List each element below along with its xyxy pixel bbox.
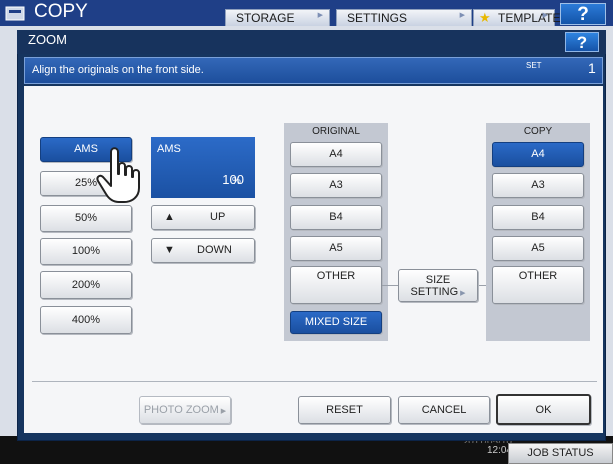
copy-a5-button[interactable]: A5	[492, 236, 584, 261]
triangle-up-icon: ▲	[164, 211, 175, 223]
photo-zoom-label: PHOTO ZOOM	[143, 404, 219, 416]
set-number: 1	[588, 60, 596, 76]
reset-button[interactable]: RESET	[298, 396, 391, 424]
copy-header: COPY	[523, 126, 553, 137]
arrow-right-icon: ▶	[458, 290, 466, 297]
message-text: Align the originals on the front side.	[32, 64, 204, 76]
divider	[32, 381, 597, 382]
zoom-50-button[interactable]: 50%	[40, 205, 132, 232]
dialog-help-button[interactable]: ?	[565, 32, 599, 52]
dialog-title-bar	[17, 30, 606, 54]
original-other-button[interactable]: OTHER	[290, 266, 382, 304]
tab-arrow-icon: ▶	[317, 12, 323, 19]
zoom-100-button[interactable]: 100%	[40, 238, 132, 265]
app-title: COPY	[34, 1, 88, 22]
cancel-button[interactable]: CANCEL	[398, 396, 490, 424]
zoom-400-button[interactable]: 400%	[40, 306, 132, 334]
original-a5-button[interactable]: A5	[290, 236, 382, 261]
zoom-mode-label: AMS	[157, 143, 181, 155]
tab-template-label: TEMPLATE	[498, 11, 561, 25]
tab-template[interactable]: ★ TEMPLATE ▶	[473, 9, 560, 26]
dialog-title: ZOOM	[28, 32, 67, 47]
copy-other-button[interactable]: OTHER	[492, 266, 584, 304]
set-label: SET	[526, 61, 542, 70]
zoom-down-button[interactable]: ▼ DOWN	[151, 238, 255, 263]
tab-arrow-icon: ▶	[542, 12, 548, 19]
tab-settings[interactable]: SETTINGS ▶	[336, 9, 472, 26]
original-header: ORIGINAL	[312, 126, 360, 137]
tab-settings-label: SETTINGS	[347, 11, 408, 25]
time-text: 12:04	[486, 445, 512, 456]
job-status-button[interactable]: JOB STATUS	[508, 443, 613, 464]
ok-button[interactable]: OK	[496, 394, 591, 425]
star-icon: ★	[479, 10, 491, 25]
size-setting-button[interactable]: SIZE SETTING ▶	[398, 269, 478, 302]
mixed-size-button[interactable]: MIXED SIZE	[290, 311, 382, 334]
down-label: DOWN	[197, 244, 232, 256]
photo-zoom-button[interactable]: PHOTO ZOOM ▶	[139, 396, 231, 424]
copy-b4-button[interactable]: B4	[492, 205, 584, 230]
size-setting-line1: SIZE	[425, 274, 451, 286]
copy-a3-button[interactable]: A3	[492, 173, 584, 198]
arrow-right-icon: ▶	[218, 408, 227, 415]
zoom-200-button[interactable]: 200%	[40, 271, 132, 299]
zoom-unit: %	[232, 176, 241, 187]
triangle-down-icon: ▼	[164, 244, 175, 256]
copy-a4-button[interactable]: A4	[492, 142, 584, 167]
tab-arrow-icon: ▶	[459, 12, 465, 19]
zoom-up-button[interactable]: ▲ UP	[151, 205, 255, 230]
original-a4-button[interactable]: A4	[290, 142, 382, 167]
copy-app-icon	[4, 4, 28, 22]
tab-storage[interactable]: STORAGE ▶	[225, 9, 330, 26]
connector-line	[382, 285, 398, 286]
size-setting-line2: SETTING ▶	[410, 286, 466, 298]
original-b4-button[interactable]: B4	[290, 205, 382, 230]
up-label: UP	[210, 211, 226, 223]
background-help-button[interactable]: ?	[560, 3, 606, 25]
original-a3-button[interactable]: A3	[290, 173, 382, 198]
hand-pointer-icon	[95, 144, 147, 206]
tab-storage-label: STORAGE	[236, 11, 295, 25]
